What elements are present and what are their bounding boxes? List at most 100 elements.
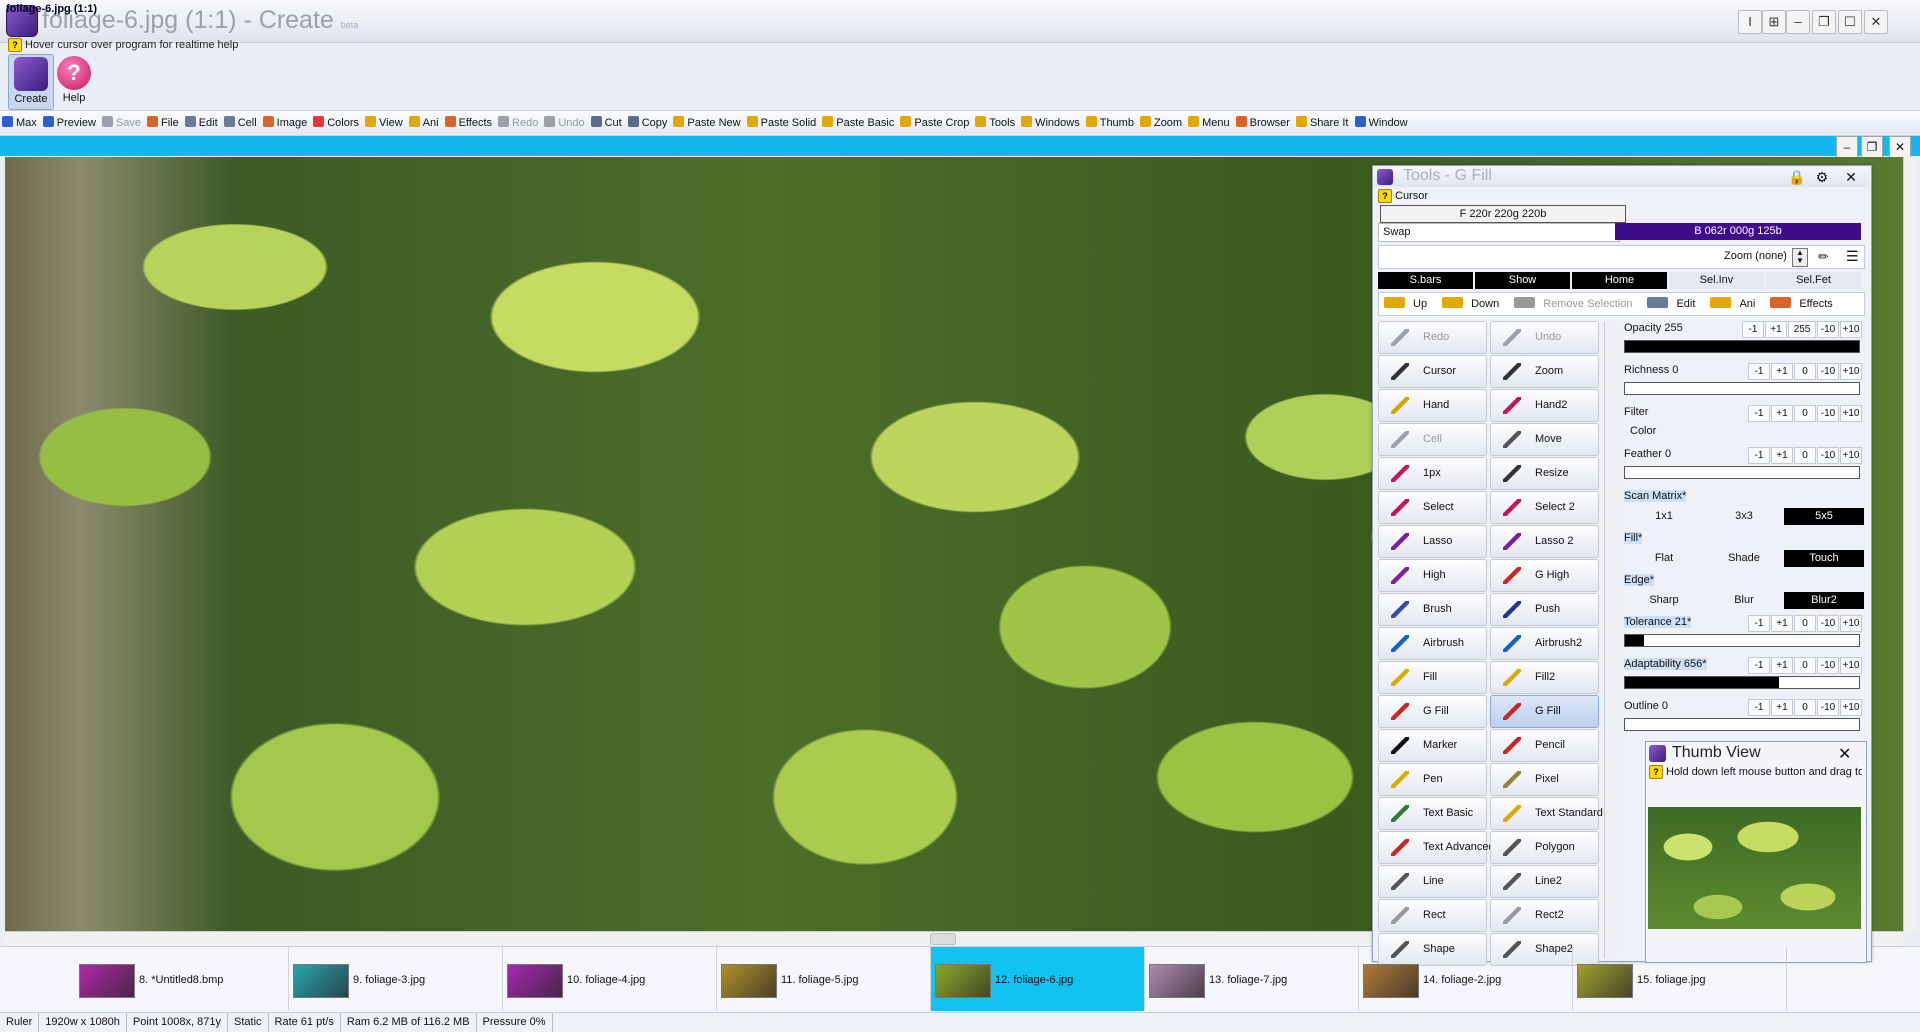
gear-icon[interactable]: ⚙ xyxy=(1813,168,1831,186)
tool-push[interactable]: Push xyxy=(1490,593,1599,626)
option-1x1[interactable]: 1x1 xyxy=(1624,508,1704,525)
info-button[interactable]: I xyxy=(1738,10,1762,34)
subbar-down[interactable]: Down xyxy=(1437,293,1509,315)
tab-s-bars[interactable]: S.bars xyxy=(1378,272,1473,289)
option-flat[interactable]: Flat xyxy=(1624,550,1704,567)
stepper-button[interactable]: 0 xyxy=(1794,447,1816,464)
stepper-button[interactable]: -10 xyxy=(1817,363,1839,380)
stepper-button[interactable]: 0 xyxy=(1794,363,1816,380)
stepper-button[interactable]: +1 xyxy=(1765,321,1787,338)
stepper-button[interactable]: +10 xyxy=(1840,657,1862,674)
setting-slider[interactable] xyxy=(1624,340,1860,353)
menu-item-paste-solid[interactable]: Paste Solid xyxy=(745,111,821,135)
tools-scrollbar[interactable] xyxy=(1604,322,1618,958)
menu-item-paste-new[interactable]: Paste New xyxy=(671,111,744,135)
tool-airbrush[interactable]: Airbrush xyxy=(1378,627,1487,660)
stepper-button[interactable]: -1 xyxy=(1748,615,1770,632)
stepper-button[interactable]: +10 xyxy=(1840,447,1862,464)
stepper-button[interactable]: -1 xyxy=(1748,363,1770,380)
thumbnail-15[interactable]: 15. foliage.jpg xyxy=(1573,947,1787,1011)
tool-lasso-2[interactable]: Lasso 2 xyxy=(1490,525,1599,558)
stepper-button[interactable]: 0 xyxy=(1794,405,1816,422)
stepper-button[interactable]: 255 xyxy=(1788,321,1816,338)
stepper-button[interactable]: -10 xyxy=(1817,699,1839,716)
lock-icon[interactable]: 🔒 xyxy=(1788,168,1806,186)
thumbnail-13[interactable]: 13. foliage-7.jpg xyxy=(1145,947,1359,1011)
thumbnail-9[interactable]: 9. foliage-3.jpg xyxy=(289,947,503,1011)
tool-line[interactable]: Line xyxy=(1378,865,1487,898)
swap-colors-button[interactable]: Swap xyxy=(1378,223,1620,242)
stepper-button[interactable]: -10 xyxy=(1817,405,1839,422)
thumbnail-8[interactable]: 8. *Untitled8.bmp xyxy=(75,947,289,1011)
menu-item-redo[interactable]: Redo xyxy=(496,111,542,135)
stepper-button[interactable]: -1 xyxy=(1742,321,1764,338)
stepper-button[interactable]: 0 xyxy=(1794,699,1816,716)
thumbnail-11[interactable]: 11. foliage-5.jpg xyxy=(717,947,931,1011)
tool-line2[interactable]: Line2 xyxy=(1490,865,1599,898)
menu-item-save[interactable]: Save xyxy=(100,111,145,135)
image-restore-button[interactable]: ❐ xyxy=(1861,136,1883,158)
tool-cursor[interactable]: Cursor xyxy=(1378,355,1487,388)
menu-item-tools[interactable]: Tools xyxy=(973,111,1019,135)
pen-pressure-icon[interactable]: ✏ xyxy=(1818,249,1829,265)
tool-rect2[interactable]: Rect2 xyxy=(1490,899,1599,932)
image-close-button[interactable]: ✕ xyxy=(1889,136,1911,158)
menu-item-file[interactable]: File xyxy=(145,111,183,135)
option-5x5[interactable]: 5x5 xyxy=(1784,508,1864,525)
menu-item-window[interactable]: Window xyxy=(1353,111,1412,135)
subbar-remove-selection[interactable]: Remove Selection xyxy=(1509,293,1642,315)
menu-item-paste-basic[interactable]: Paste Basic xyxy=(820,111,898,135)
subbar-effects[interactable]: Effects xyxy=(1765,293,1842,315)
tool-1px[interactable]: 1px xyxy=(1378,457,1487,490)
tab-sel-inv[interactable]: Sel.Inv xyxy=(1669,272,1764,289)
filter-value[interactable]: Color xyxy=(1630,425,1656,437)
tool-airbrush2[interactable]: Airbrush2 xyxy=(1490,627,1599,660)
menu-item-preview[interactable]: Preview xyxy=(41,111,100,135)
layout-button[interactable]: ⊞ xyxy=(1762,10,1786,34)
vertical-scrollbar[interactable] xyxy=(1903,157,1918,931)
tool-lasso[interactable]: Lasso xyxy=(1378,525,1487,558)
option-3x3[interactable]: 3x3 xyxy=(1704,508,1784,525)
tool-polygon[interactable]: Polygon xyxy=(1490,831,1599,864)
tool-pen[interactable]: Pen xyxy=(1378,763,1487,796)
minimize-button[interactable]: – xyxy=(1786,10,1810,34)
stepper-button[interactable]: +1 xyxy=(1771,405,1793,422)
menu-item-image[interactable]: Image xyxy=(261,111,312,135)
stepper-button[interactable]: +1 xyxy=(1771,657,1793,674)
option-blur2[interactable]: Blur2 xyxy=(1784,592,1864,609)
menu-item-thumb[interactable]: Thumb xyxy=(1084,111,1138,135)
tool-hand[interactable]: Hand xyxy=(1378,389,1487,422)
stepper-button[interactable]: +10 xyxy=(1840,405,1862,422)
menu-item-windows[interactable]: Windows xyxy=(1019,111,1084,135)
menu-item-view[interactable]: View xyxy=(363,111,407,135)
tool-pencil[interactable]: Pencil xyxy=(1490,729,1599,762)
menu-item-max[interactable]: Max xyxy=(0,111,41,135)
restore-button[interactable]: ❐ xyxy=(1812,10,1836,34)
stepper-button[interactable]: +10 xyxy=(1840,321,1862,338)
setting-slider[interactable] xyxy=(1624,676,1860,689)
tool-rect[interactable]: Rect xyxy=(1378,899,1487,932)
tool-redo[interactable]: Redo xyxy=(1378,321,1487,354)
tool-zoom[interactable]: Zoom xyxy=(1490,355,1599,388)
tool-text-advanced[interactable]: Text Advanced xyxy=(1378,831,1495,864)
menu-lines-icon[interactable]: ☰ xyxy=(1846,248,1859,265)
tool-high[interactable]: High xyxy=(1378,559,1487,592)
help-button[interactable]: ? Help xyxy=(52,54,96,108)
stepper-button[interactable]: -10 xyxy=(1817,447,1839,464)
background-color[interactable]: B 062r 000g 125b xyxy=(1615,223,1861,240)
tool-undo[interactable]: Undo xyxy=(1490,321,1599,354)
maximize-button[interactable]: ☐ xyxy=(1838,10,1862,34)
tab-show[interactable]: Show xyxy=(1475,272,1570,289)
tool-cell[interactable]: Cell xyxy=(1378,423,1487,456)
menu-item-cell[interactable]: Cell xyxy=(222,111,261,135)
tool-fill2[interactable]: Fill2 xyxy=(1490,661,1599,694)
stepper-button[interactable]: -1 xyxy=(1748,657,1770,674)
stepper-button[interactable]: +10 xyxy=(1840,363,1862,380)
setting-slider[interactable] xyxy=(1624,466,1860,479)
tool-text-standard[interactable]: Text Standard xyxy=(1490,797,1603,830)
option-shade[interactable]: Shade xyxy=(1704,550,1784,567)
subbar-edit[interactable]: Edit xyxy=(1642,293,1705,315)
thumbnail-12[interactable]: 12. foliage-6.jpg xyxy=(931,947,1145,1011)
menu-item-menu[interactable]: Menu xyxy=(1186,111,1234,135)
tool-hand2[interactable]: Hand2 xyxy=(1490,389,1599,422)
